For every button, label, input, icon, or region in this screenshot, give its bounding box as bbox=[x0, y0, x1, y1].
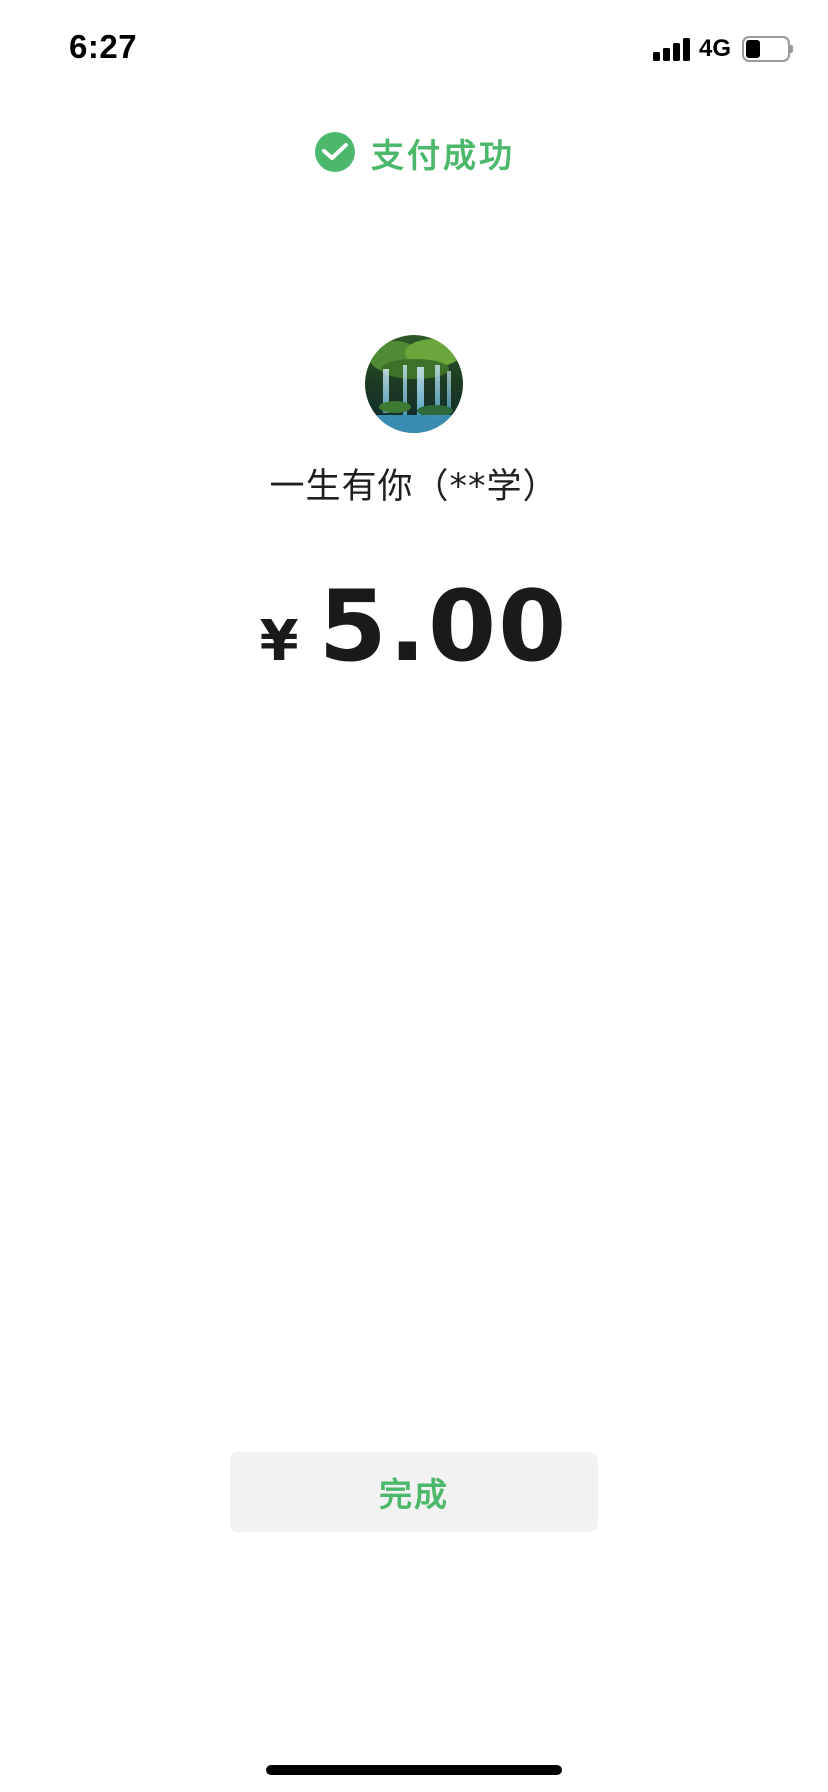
payee-name: 一生有你（**学） bbox=[269, 467, 559, 507]
network-type: 4G bbox=[699, 35, 732, 62]
payment-amount: ¥ 5.00 bbox=[0, 570, 828, 684]
success-title: 支付成功 bbox=[371, 136, 515, 175]
signal-bar bbox=[683, 38, 690, 61]
amount-value: 5.00 bbox=[318, 570, 569, 684]
payee-avatar bbox=[365, 335, 463, 433]
status-time: 6:27 bbox=[69, 28, 138, 65]
signal-icon bbox=[653, 37, 691, 61]
signal-bar bbox=[663, 48, 670, 61]
home-indicator[interactable] bbox=[266, 1765, 562, 1775]
wechat-pay-icon bbox=[315, 132, 355, 172]
status-bar: 6:27 4G bbox=[0, 0, 828, 100]
signal-bar bbox=[653, 52, 660, 61]
done-button[interactable]: 完成 bbox=[230, 1452, 598, 1532]
waterfall-avatar-image bbox=[365, 335, 463, 433]
currency-symbol: ¥ bbox=[259, 609, 299, 674]
battery-icon bbox=[742, 36, 793, 62]
signal-bar bbox=[673, 43, 680, 61]
payment-success-header: 支付成功 bbox=[0, 128, 828, 178]
battery-fill bbox=[746, 40, 760, 58]
battery-nub bbox=[790, 45, 793, 53]
